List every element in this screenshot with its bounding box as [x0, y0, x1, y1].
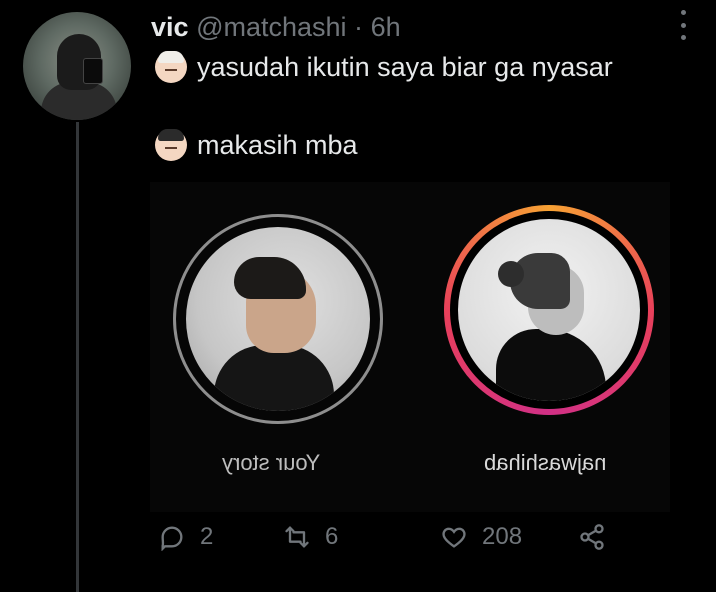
- story-avatar-woman: [458, 219, 640, 401]
- like-count: 208: [482, 523, 523, 550]
- tweet-line-1: yasudah ikutin saya biar ga nyasar: [155, 50, 613, 84]
- reply-button[interactable]: 2: [158, 523, 213, 551]
- separator: ·: [354, 12, 364, 42]
- tweet-text-2: makasih mba: [197, 130, 358, 160]
- like-button[interactable]: 208: [440, 523, 522, 551]
- share-icon: [580, 524, 604, 550]
- thread-line: [76, 122, 79, 592]
- tweet-line-2: makasih mba: [155, 128, 358, 162]
- story-label-najwashihab: najwashihab: [484, 450, 607, 475]
- man-light-skin-icon: [155, 129, 187, 161]
- retweet-icon: [285, 526, 309, 548]
- share-button[interactable]: [578, 523, 620, 551]
- timestamp[interactable]: 6h: [371, 12, 401, 42]
- tweet-text-1: yasudah ikutin saya biar ga nyasar: [197, 52, 613, 82]
- story-label-your-story: Your story: [222, 450, 321, 475]
- woman-light-skin-icon: [155, 51, 187, 83]
- tweet-actions: 2 6 208: [0, 523, 716, 559]
- tweet-header: vic @matchashi · 6h: [151, 10, 401, 44]
- story-avatar-man: [186, 227, 370, 411]
- more-options-icon[interactable]: [676, 10, 690, 40]
- phone-icon: [83, 58, 103, 84]
- story-your-story: [173, 214, 383, 424]
- story-najwashihab: [444, 205, 654, 415]
- reply-count: 2: [200, 523, 214, 550]
- retweet-button[interactable]: 6: [283, 523, 338, 551]
- heart-icon: [442, 527, 466, 548]
- avatar[interactable]: [23, 12, 131, 120]
- retweet-count: 6: [325, 523, 339, 550]
- display-name[interactable]: vic: [151, 12, 189, 42]
- handle[interactable]: @matchashi: [196, 12, 346, 42]
- reply-icon: [161, 526, 183, 551]
